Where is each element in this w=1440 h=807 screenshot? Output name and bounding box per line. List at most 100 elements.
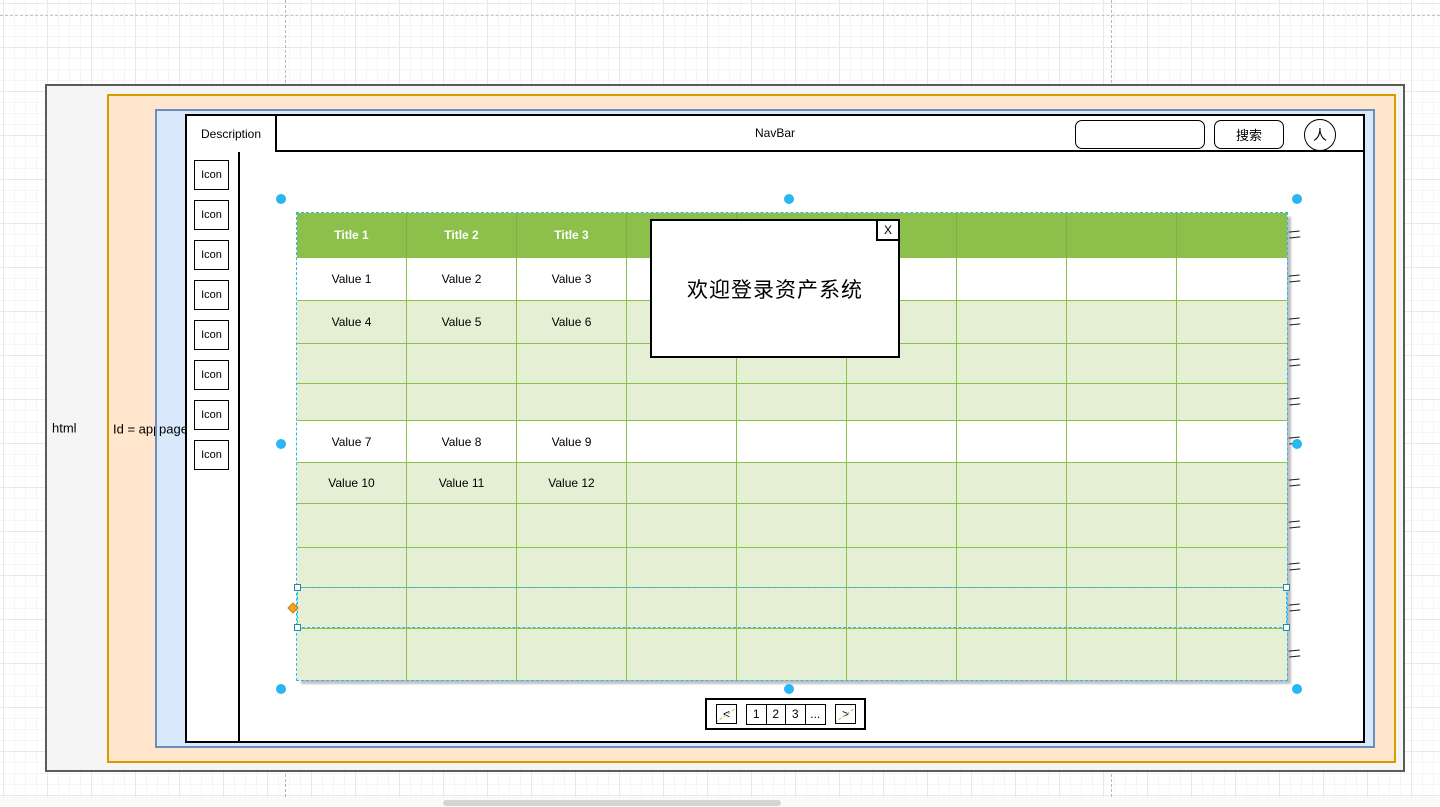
table-cell[interactable] [737, 548, 847, 587]
table-cell[interactable] [1177, 588, 1287, 628]
search-input[interactable] [1075, 120, 1205, 149]
pagination-page[interactable]: 2 [767, 705, 787, 724]
pagination-page[interactable]: ... [806, 705, 826, 724]
table-cell[interactable] [847, 504, 957, 547]
table-cell[interactable]: Value 8 [407, 421, 517, 462]
pagination-prev-button[interactable]: < [716, 704, 737, 724]
table-cell[interactable]: Value 4 [297, 301, 407, 343]
table-cell[interactable] [957, 588, 1067, 628]
table-cell[interactable] [627, 504, 737, 547]
table-row[interactable] [297, 547, 1287, 587]
modal-close-button[interactable]: X [876, 219, 900, 241]
table-cell[interactable] [1177, 463, 1287, 503]
table-cell[interactable]: Value 10 [297, 463, 407, 503]
table-cell[interactable] [957, 421, 1067, 462]
table-cell[interactable] [517, 588, 627, 628]
table-cell[interactable] [737, 504, 847, 547]
table-row[interactable]: Value 10Value 11Value 12 [297, 462, 1287, 503]
sidebar-icon-button[interactable]: Icon [194, 200, 229, 230]
table-cell[interactable] [627, 384, 737, 420]
table-cell[interactable] [847, 384, 957, 420]
user-avatar-icon[interactable]: 人 [1304, 119, 1336, 151]
table-cell[interactable] [517, 384, 627, 420]
table-cell[interactable] [1177, 384, 1287, 420]
table-row[interactable] [297, 628, 1287, 680]
table-cell[interactable] [1067, 384, 1177, 420]
table-cell[interactable] [957, 301, 1067, 343]
table-cell[interactable] [407, 548, 517, 587]
table-cell[interactable]: Value 1 [297, 258, 407, 300]
editor-canvas[interactable]: html Id = app page NavBar Description 搜索… [0, 0, 1440, 807]
table-cell[interactable] [1067, 258, 1177, 300]
table-cell[interactable]: Value 7 [297, 421, 407, 462]
table-cell[interactable] [1067, 463, 1177, 503]
table-cell[interactable] [957, 504, 1067, 547]
table-row[interactable] [297, 383, 1287, 420]
sidebar-icon-button[interactable]: Icon [194, 160, 229, 190]
table-cell[interactable] [957, 384, 1067, 420]
horizontal-scrollbar-thumb[interactable] [443, 800, 781, 806]
table-cell[interactable] [407, 504, 517, 547]
table-cell[interactable] [407, 588, 517, 628]
table-cell[interactable] [957, 258, 1067, 300]
table-cell[interactable] [297, 384, 407, 420]
sidebar-icon-button[interactable]: Icon [194, 440, 229, 470]
table-cell[interactable] [1067, 548, 1177, 587]
selection-handle-dot[interactable] [1292, 439, 1302, 449]
table-cell[interactable] [737, 384, 847, 420]
table-cell[interactable] [627, 629, 737, 680]
table-cell[interactable]: Value 5 [407, 301, 517, 343]
table-cell[interactable]: Value 6 [517, 301, 627, 343]
table-cell[interactable] [737, 421, 847, 462]
table-cell[interactable] [297, 629, 407, 680]
row-resize-handle[interactable] [1289, 274, 1301, 282]
table-header-cell[interactable] [1177, 213, 1287, 257]
table-cell[interactable] [957, 548, 1067, 587]
table-cell[interactable] [1067, 504, 1177, 547]
table-cell[interactable] [847, 548, 957, 587]
table-cell[interactable] [407, 629, 517, 680]
row-resize-handle[interactable] [1289, 649, 1301, 657]
table-cell[interactable] [957, 629, 1067, 680]
row-resize-handle[interactable] [1289, 317, 1301, 325]
table-cell[interactable] [517, 629, 627, 680]
row-resize-handle[interactable] [1289, 397, 1301, 405]
table-row[interactable] [297, 503, 1287, 547]
table-header-cell[interactable] [1067, 213, 1177, 257]
row-resize-handle[interactable] [1289, 230, 1301, 238]
description-box[interactable]: Description [187, 116, 277, 152]
table-cell[interactable] [407, 384, 517, 420]
row-resize-handle[interactable] [1289, 520, 1301, 528]
table-row[interactable] [297, 587, 1287, 628]
table-header-cell[interactable]: Title 3 [517, 213, 627, 257]
sidebar-icon-button[interactable]: Icon [194, 280, 229, 310]
table-cell[interactable]: Value 11 [407, 463, 517, 503]
sidebar-icon-button[interactable]: Icon [194, 320, 229, 350]
table-cell[interactable] [627, 548, 737, 587]
table-cell[interactable] [627, 588, 737, 628]
table-cell[interactable] [297, 504, 407, 547]
sidebar-icon-button[interactable]: Icon [194, 400, 229, 430]
row-resize-handle[interactable] [1289, 478, 1301, 486]
table-cell[interactable] [517, 548, 627, 587]
selection-handle-dot[interactable] [1292, 194, 1302, 204]
sidebar-icon-button[interactable]: Icon [194, 360, 229, 390]
table-cell[interactable] [627, 463, 737, 503]
table-cell[interactable] [847, 421, 957, 462]
table-cell[interactable] [1177, 504, 1287, 547]
table-cell[interactable]: Value 3 [517, 258, 627, 300]
sidebar-icon-button[interactable]: Icon [194, 240, 229, 270]
table-cell[interactable] [627, 421, 737, 462]
pagination-page[interactable]: 3 [786, 705, 806, 724]
selection-handle-dot[interactable] [784, 684, 794, 694]
table-cell[interactable] [737, 629, 847, 680]
table-cell[interactable] [517, 504, 627, 547]
table-header-cell[interactable] [957, 213, 1067, 257]
table-cell[interactable] [1067, 588, 1177, 628]
table-cell[interactable] [1177, 548, 1287, 587]
selection-handle-dot[interactable] [276, 684, 286, 694]
table-cell[interactable] [1067, 344, 1177, 383]
selection-handle-dot[interactable] [276, 439, 286, 449]
table-header-cell[interactable]: Title 1 [297, 213, 407, 257]
table-header-cell[interactable]: Title 2 [407, 213, 517, 257]
